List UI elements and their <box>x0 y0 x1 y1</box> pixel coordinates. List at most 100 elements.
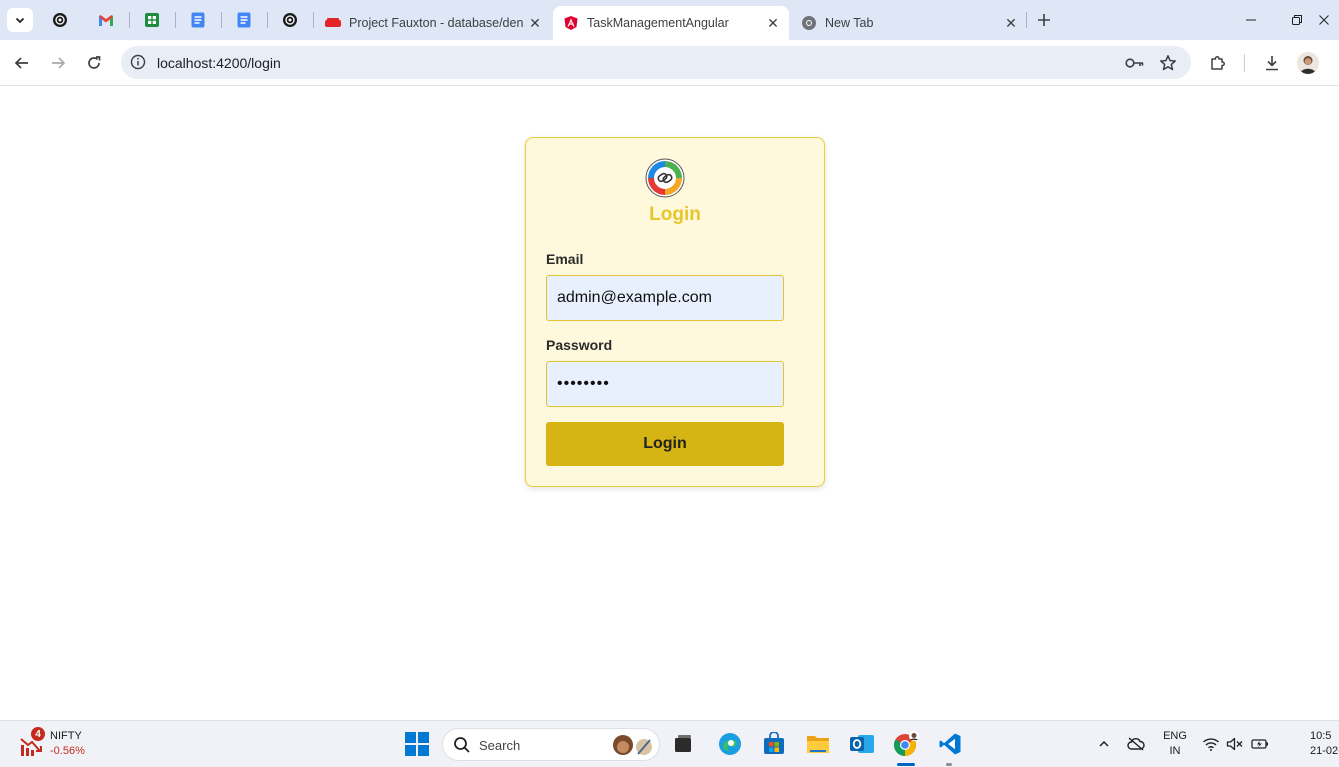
taskbar-outlook[interactable] <box>848 730 876 758</box>
google-sheets-icon <box>145 13 159 27</box>
forward-button[interactable] <box>46 51 70 75</box>
browser-toolbar: localhost:4200/login <box>0 40 1339 86</box>
vscode-icon <box>939 733 961 755</box>
restore-icon <box>1292 15 1302 25</box>
tab-new-tab[interactable]: New Tab ✕ <box>791 6 1027 40</box>
chatgpt-icon <box>53 13 67 27</box>
plus-icon <box>1038 14 1050 26</box>
password-label: Password <box>546 337 613 353</box>
arrow-left-icon <box>14 57 28 69</box>
onedrive-tray[interactable] <box>1127 735 1145 753</box>
windows-taskbar: 4 NIFTY -0.56% Search ENG IN 10:5 21-02 <box>0 720 1339 767</box>
folder-icon <box>807 736 829 753</box>
show-hidden-icons-button[interactable] <box>1095 735 1113 753</box>
volume-muted-icon <box>1226 737 1243 751</box>
minimize-icon <box>1246 19 1256 21</box>
microsoft-store-icon <box>764 732 784 754</box>
password-key-icon[interactable] <box>1125 53 1145 73</box>
login-button[interactable]: Login <box>546 422 784 466</box>
pinned-tab-chatgpt[interactable] <box>48 8 72 32</box>
widget-title: NIFTY <box>50 730 82 742</box>
taskbar-file-explorer[interactable] <box>804 730 832 758</box>
tab-separator <box>267 12 268 28</box>
tab-strip: Project Fauxton - database/den ✕ TaskMan… <box>0 0 1339 40</box>
toolbar-separator <box>1244 54 1245 72</box>
tab-title: Project Fauxton - database/den <box>349 16 524 30</box>
site-info-icon[interactable] <box>129 53 147 71</box>
tab-separator <box>313 12 314 28</box>
region-code: IN <box>1169 745 1181 757</box>
close-icon[interactable]: ✕ <box>1001 13 1021 33</box>
taskbar-edge[interactable] <box>716 730 744 758</box>
profile-avatar[interactable] <box>1297 52 1319 74</box>
taskbar-store[interactable] <box>760 730 788 758</box>
tab-separator <box>129 12 130 28</box>
language-indicator[interactable]: ENG IN <box>1160 729 1190 759</box>
battery-charging-icon <box>1251 739 1268 749</box>
search-icon <box>454 737 470 753</box>
running-app-indicator <box>946 763 952 766</box>
taskbar-search-box[interactable]: Search <box>442 728 660 761</box>
tab-search-button[interactable] <box>7 8 33 32</box>
widget-value: -0.56% <box>50 745 85 757</box>
search-placeholder: Search <box>479 738 521 753</box>
stocks-widget[interactable]: 4 NIFTY -0.56% <box>14 727 124 763</box>
downloads-button[interactable] <box>1261 52 1283 74</box>
tab-separator <box>1026 12 1027 28</box>
email-label: Email <box>546 251 584 267</box>
chatgpt-icon <box>283 13 297 27</box>
login-title: Login <box>649 204 701 225</box>
back-button[interactable] <box>10 51 34 75</box>
volume-tray[interactable] <box>1226 735 1244 753</box>
extensions-button[interactable] <box>1207 52 1229 74</box>
new-tab-button[interactable] <box>1033 9 1055 31</box>
tab-task-management-angular[interactable]: TaskManagementAngular ✕ <box>553 6 789 40</box>
minimize-button[interactable] <box>1236 8 1266 32</box>
notification-badge: 4 <box>31 727 45 741</box>
close-icon[interactable]: ✕ <box>763 13 783 33</box>
app-logo-icon <box>645 158 685 198</box>
pinned-tab-sheets[interactable] <box>140 8 164 32</box>
taskbar-vscode[interactable] <box>936 730 964 758</box>
pinned-tab-docs[interactable] <box>186 8 210 32</box>
pinned-tab-gmail[interactable] <box>94 8 118 32</box>
wifi-icon <box>1203 738 1219 751</box>
windows-start-icon[interactable] <box>404 731 430 757</box>
pinned-tab-chatgpt-2[interactable] <box>278 8 302 32</box>
restore-button[interactable] <box>1282 8 1312 32</box>
system-clock[interactable]: 10:5 21-02-202 <box>1310 729 1339 759</box>
download-icon <box>1266 56 1278 71</box>
clock-date: 21-02-202 <box>1310 745 1339 757</box>
url-text[interactable]: localhost:4200/login <box>157 55 281 71</box>
login-card: Login Email Password Login <box>525 137 825 487</box>
reload-button[interactable] <box>82 51 106 75</box>
outlook-icon <box>850 735 874 753</box>
battery-tray[interactable] <box>1251 735 1269 753</box>
arrow-right-icon <box>52 57 66 69</box>
edge-icon <box>719 733 741 755</box>
email-input[interactable] <box>546 275 784 321</box>
task-view-icon <box>675 735 691 752</box>
address-bar[interactable]: localhost:4200/login <box>121 46 1191 79</box>
pinned-tab-docs-2[interactable] <box>232 8 256 32</box>
tab-project-fauxton[interactable]: Project Fauxton - database/den ✕ <box>315 6 551 40</box>
couchdb-icon <box>325 15 341 31</box>
close-icon[interactable]: ✕ <box>525 13 545 33</box>
bookmark-star-icon[interactable] <box>1158 53 1178 73</box>
close-window-button[interactable] <box>1310 8 1338 32</box>
chevron-down-icon <box>15 17 25 24</box>
chrome-icon <box>894 731 919 756</box>
tab-separator <box>175 12 176 28</box>
chevron-up-icon <box>1099 740 1109 747</box>
gmail-icon <box>99 14 113 26</box>
wifi-tray[interactable] <box>1202 735 1220 753</box>
clock-time: 10:5 <box>1310 730 1332 742</box>
cloud-offline-icon <box>1127 737 1145 751</box>
chrome-icon <box>801 15 817 31</box>
language-code: ENG <box>1163 730 1187 742</box>
taskbar-task-view[interactable] <box>669 730 697 758</box>
google-docs-icon <box>237 12 251 28</box>
password-input[interactable] <box>546 361 784 407</box>
taskbar-chrome[interactable] <box>892 730 920 758</box>
close-icon <box>1319 15 1329 25</box>
